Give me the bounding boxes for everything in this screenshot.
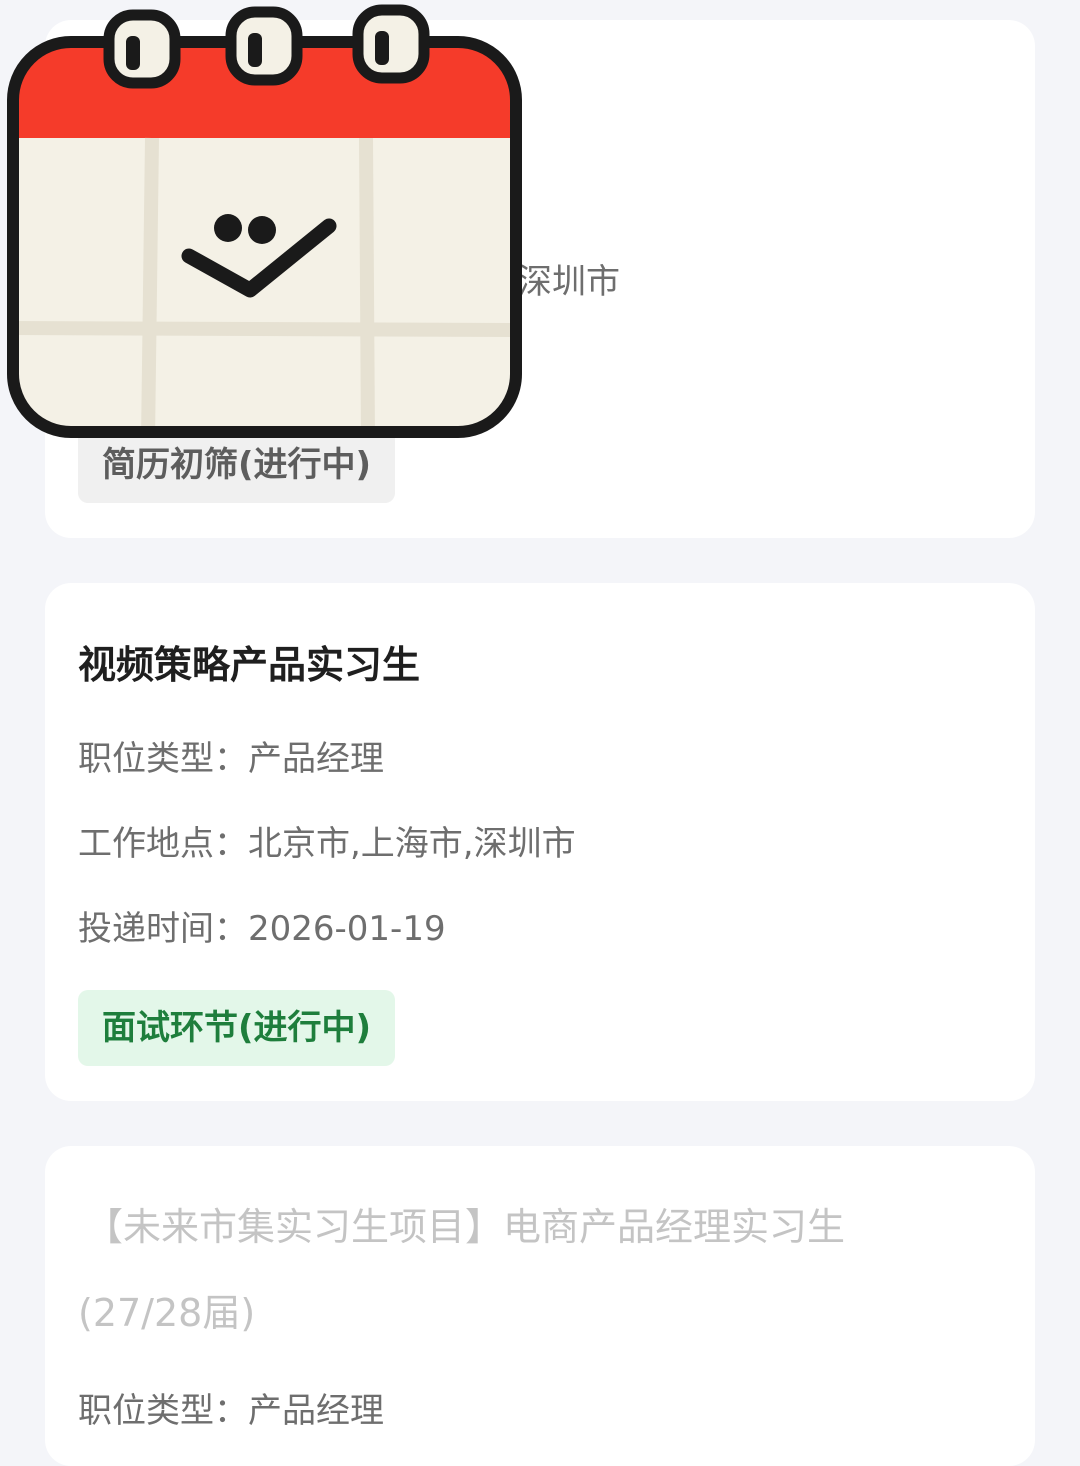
job-title: 视频策略产品实习生 bbox=[78, 643, 421, 687]
job-location-row: 工作地点：北京市,上海市,深圳市 bbox=[78, 816, 576, 865]
job-title: 【未来市集实习生项目】电商产品经理实习生 bbox=[85, 1196, 845, 1251]
job-location-value: 深圳市 bbox=[518, 262, 620, 302]
application-card[interactable]: 【未来市集实习生项目】电商产品经理实习生 (27/28届) 职位类型：产品经理 bbox=[45, 1146, 1035, 1466]
apply-date-row: 投递时间：2026-01-19 bbox=[78, 901, 446, 950]
job-type-label: 职位类型： bbox=[78, 1391, 248, 1431]
status-badge: 面试环节(进行中) bbox=[78, 990, 396, 1066]
job-type-row: 职位类型：产品经理 bbox=[78, 731, 384, 780]
job-location-value: 北京市,上海市,深圳市 bbox=[248, 824, 576, 864]
job-type-value: 产品经理 bbox=[248, 1391, 384, 1431]
apply-date-value: 2026-01-19 bbox=[248, 909, 446, 949]
job-type-row: 职位类型：产品经理 bbox=[78, 1383, 384, 1432]
job-type-label: 职位类型： bbox=[78, 739, 248, 779]
job-title-line-1: 【未来市集实习生项目】电商产品经理实习生 bbox=[85, 1205, 846, 1249]
application-card[interactable]: 视频策略产品实习生 职位类型：产品经理 工作地点：北京市,上海市,深圳市 投递时… bbox=[45, 583, 1035, 1101]
apply-date-label: 投递时间： bbox=[78, 909, 248, 949]
calendar-smiley-icon bbox=[7, 4, 522, 438]
job-location-label: 工作地点： bbox=[78, 824, 248, 864]
job-type-value: 产品经理 bbox=[248, 739, 384, 779]
job-title-line-2: (27/28届) bbox=[78, 1291, 256, 1335]
